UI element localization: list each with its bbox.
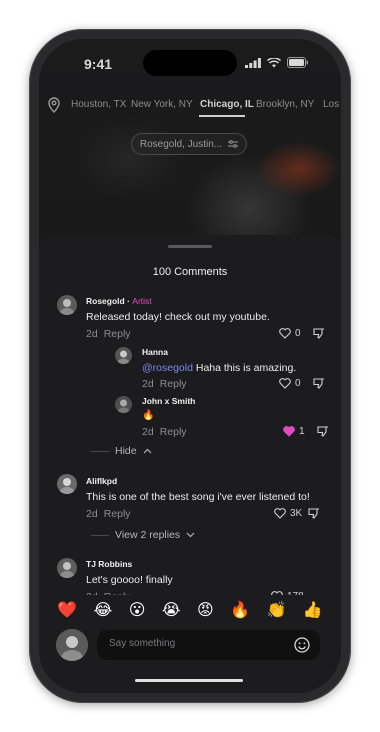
comments-count-title: 100 Comments [152,266,228,278]
reply-button[interactable]: Reply [160,426,187,438]
avatar[interactable] [57,295,77,315]
comment-time: 2d [86,508,98,520]
comment-author[interactable]: Aliflkpd [86,476,117,486]
tab-city-los-angeles[interactable]: Los A [323,99,341,110]
emoji-angry[interactable]: 😡 [197,600,214,620]
comment-actions: 0 [279,378,325,389]
emoji-heart[interactable]: ❤️ [57,600,77,620]
chevron-up-icon [143,448,152,454]
emoji-fire[interactable]: 🔥 [230,600,250,620]
emoji-reaction-bar: ❤️ 😂 😮 😭 😡 🔥 👏 👍 [39,595,341,625]
thread-line [91,450,109,452]
comment-text: Released today! check out my youtube. [86,311,270,323]
reply-button[interactable]: Reply [160,378,187,390]
input-placeholder: Say something [109,638,176,649]
comment-input-row: Say something [39,627,341,665]
tab-city-houston[interactable]: Houston, TX [71,99,126,110]
like-count: 3K [290,508,303,519]
sliders-icon [228,140,239,148]
tab-city-brooklyn[interactable]: Brooklyn, NY [256,99,314,110]
wifi-icon [267,57,281,67]
tab-city-chicago[interactable]: Chicago, IL [200,99,254,110]
user-mention[interactable]: @rosegold [142,362,193,374]
status-time: 9:41 [84,56,113,72]
hide-replies-button[interactable]: Hide [91,445,152,457]
comment-author[interactable]: John x Smith [142,396,195,406]
artist-filter-pill[interactable]: Rosegold, Justin... [131,133,247,155]
battery-icon [287,57,308,68]
emoji-crying[interactable]: 😭 [162,600,181,620]
active-tab-indicator [199,115,245,117]
comment-meta: 2d Reply [142,378,193,390]
phone-frame: 9:41 Houston, TX New York, NY Chicago, I… [29,29,351,703]
comment-time: 2d [142,426,154,438]
dislike-icon[interactable] [313,378,325,389]
like-count: 1 [299,426,305,437]
comments-sheet: 100 Comments Rosegold · Artist Released … [39,235,341,693]
comment-text: Let's goooo! finally [86,574,173,586]
comment-input[interactable]: Say something [97,630,320,660]
comment-author[interactable]: Hanna [142,347,168,357]
emoji-thumbs-up[interactable]: 👍 [303,600,323,620]
dislike-icon[interactable] [313,328,325,339]
location-pin-icon[interactable] [48,97,60,113]
comment-actions: 1 [283,426,329,437]
emoji-clap[interactable]: 👏 [266,600,286,620]
signal-icon [245,57,261,68]
chevron-down-icon [186,532,195,538]
emoji-laughing[interactable]: 😂 [94,600,113,620]
comment-time: 2d [142,378,154,390]
sheet-grabber[interactable] [168,245,212,248]
view-replies-button[interactable]: View 2 replies [91,529,195,541]
heart-icon[interactable] [274,508,286,519]
thread-line [91,534,109,536]
avatar[interactable] [57,474,77,494]
comment-text: 🔥 [142,410,155,421]
status-bar: 9:41 [39,39,341,89]
screen: 9:41 Houston, TX New York, NY Chicago, I… [39,39,341,693]
comment-meta: 2d Reply [86,508,137,520]
comment-actions: 0 [279,328,325,339]
reply-button[interactable]: Reply [104,328,131,340]
dislike-icon[interactable] [308,508,320,519]
city-tabs: Houston, TX New York, NY Chicago, IL Bro… [39,93,341,123]
comment-time: 2d [86,328,98,340]
comment-text: This is one of the best song i've ever l… [86,491,310,503]
avatar[interactable] [115,396,132,413]
heart-icon[interactable] [279,328,291,339]
like-count: 0 [295,378,301,389]
comment-text: @rosegold Haha this is amazing. [142,362,297,374]
tab-city-new-york[interactable]: New York, NY [131,99,193,110]
heart-filled-icon[interactable] [283,426,295,437]
user-avatar[interactable] [56,629,88,661]
heart-icon[interactable] [279,378,291,389]
dislike-icon[interactable] [317,426,329,437]
emoji-surprised[interactable]: 😮 [129,600,146,620]
filter-label: Rosegold, Justin... [139,138,223,150]
like-count: 0 [295,328,301,339]
comment-author[interactable]: TJ Robbins [86,559,132,569]
avatar[interactable] [57,558,77,578]
reply-button[interactable]: Reply [104,508,131,520]
dynamic-island [143,50,237,76]
comment-author[interactable]: Rosegold · Artist [86,296,152,306]
avatar[interactable] [115,347,132,364]
home-indicator [135,679,243,682]
comment-meta: 2d Reply [86,328,137,340]
emoji-picker-icon[interactable] [294,637,310,653]
comment-actions: 3K [274,508,320,519]
artist-badge: Artist [132,296,152,306]
status-icons [245,57,309,68]
comment-meta: 2d Reply [142,426,193,438]
